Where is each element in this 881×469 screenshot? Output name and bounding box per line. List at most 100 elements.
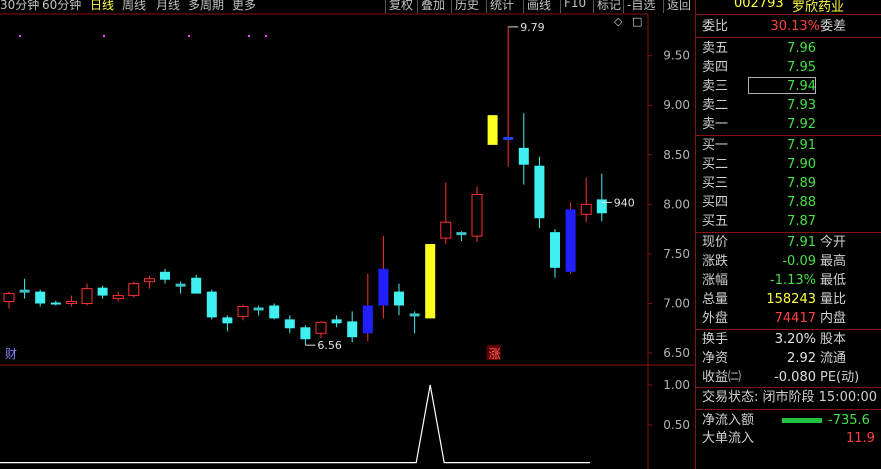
row-value: -0.080 [774,370,816,385]
candle-body [534,165,545,219]
row-value: 2.92 [787,351,816,366]
candle-body [269,305,280,319]
row-label: 现价 [702,235,729,250]
candle-body [331,319,342,324]
toolbar-button[interactable]: 复权 [389,0,413,13]
row-value: -1.13% [770,273,816,288]
toolbar-button[interactable]: 返回 [667,0,691,13]
row-label: 净资 [702,351,729,366]
toolbar-separator [385,0,386,13]
toolbar-button[interactable]: 画线 [527,0,551,13]
row-label2: 最低 [820,273,847,288]
bid-row: 买四 7.88 [696,193,881,212]
toolbar-button[interactable]: F10 [564,0,586,10]
stat-row: 换手 3.20% 股本 [696,330,881,349]
row-label: 买五 [702,214,729,229]
candle-body [253,307,264,311]
row-label2: 最高 [820,254,847,269]
toolbar-button[interactable]: -自选 [627,0,655,13]
row-value: 7.93 [787,98,816,113]
candle-body [518,147,529,165]
row-label: 买四 [702,195,729,210]
period-tab[interactable]: 30分钟 [0,0,39,13]
kline-chart[interactable]: ◇ □ 9.50 9.00 8.50 8.00 7.50 7.00 6.50 1.00 0.50 9.… [0,0,695,469]
row-label: 换手 [702,332,729,347]
period-tab[interactable]: 周线 [122,0,146,13]
candle-body [362,305,373,334]
indicator-tick-label: 1.00 [663,378,690,392]
weicha-label: 委差 [820,19,847,34]
period-tab[interactable]: 月线 [156,0,180,13]
candle-body [112,295,124,300]
candle-body [3,293,15,303]
row-label: 卖五 [702,41,729,56]
bid-row: 买二 7.90 [696,155,881,174]
trade-status: 交易状态: 闭市阶段 15:00:00 [702,390,878,405]
stat-row: 现价 7.91 今开 [696,233,881,252]
period-tab[interactable]: 多周期 [188,0,224,13]
marker-dot [188,35,190,37]
row-label2: 今开 [820,235,847,250]
candle-body [300,327,311,340]
annotation-label: 9.79 [520,21,545,34]
candle-body [425,244,436,319]
indicator-line [0,384,590,464]
weibi-value: 30.13% [770,19,820,34]
annotation-label: 6.56 [317,339,342,352]
candle-body [409,313,420,317]
row-label: 买一 [702,138,729,153]
ask-row: 卖四 7.95 [696,58,881,77]
candle-body [456,232,467,236]
candle-body [128,283,140,297]
y-tick-label: 7.50 [663,247,690,261]
row-label: 涨跌 [702,254,729,269]
toolbar-separator [417,0,418,13]
row-label: 卖二 [702,98,729,113]
period-tab[interactable]: 60分钟 [42,0,81,13]
indicator-tick-label: 0.50 [663,418,690,432]
candle-body [580,203,592,215]
candle-body [596,199,607,214]
row-value: 7.90 [787,157,816,172]
square-icon: □ [632,15,642,28]
row-label: 外盘 [702,311,729,326]
row-label2: PE(动) [820,370,860,385]
stock-header[interactable]: 002793 罗欣药业 [696,0,881,15]
ask-row: 卖一 7.92 [696,115,881,134]
toolbar-button[interactable]: 叠加 [421,0,445,13]
toolbar-separator [451,0,452,13]
candle-body [222,317,233,324]
candle-body [19,289,30,293]
candle-body [81,288,93,305]
y-tick-label: 9.00 [663,98,690,112]
candle-body [315,321,327,334]
toolbar-separator [593,0,594,13]
marker-dot [265,35,267,37]
divider [696,37,881,38]
row-value: -0.09 [782,254,816,269]
row-value: 7.87 [787,214,816,229]
row-value: 7.88 [787,195,816,210]
netflow-bar [782,418,822,423]
candle-body [471,193,483,237]
toolbar-separator [560,0,561,13]
row-label: 卖四 [702,60,729,75]
row-label: 买三 [702,176,729,191]
toolbar-button[interactable]: 历史 [455,0,479,13]
row-value: 7.89 [787,176,816,191]
toolbar-button[interactable]: 统计 [490,0,514,13]
candle-body [143,278,155,283]
ask-row: 卖二 7.93 [696,96,881,115]
candle-body [191,277,202,294]
period-tab[interactable]: 更多 [232,0,256,13]
row-label2: 内盘 [820,311,847,326]
row-value: 158243 [766,292,816,307]
weibi-label: 委比 [702,19,729,34]
stat-row: 净资 2.92 流通 [696,349,881,368]
stat-row: 涨跌 -0.09 最高 [696,252,881,271]
period-tab[interactable]: 日线 [90,0,114,13]
candle-body [35,291,46,304]
toolbar-button[interactable]: 标记 [597,0,621,13]
candle-body [487,115,498,145]
toolbar-separator [623,0,624,13]
